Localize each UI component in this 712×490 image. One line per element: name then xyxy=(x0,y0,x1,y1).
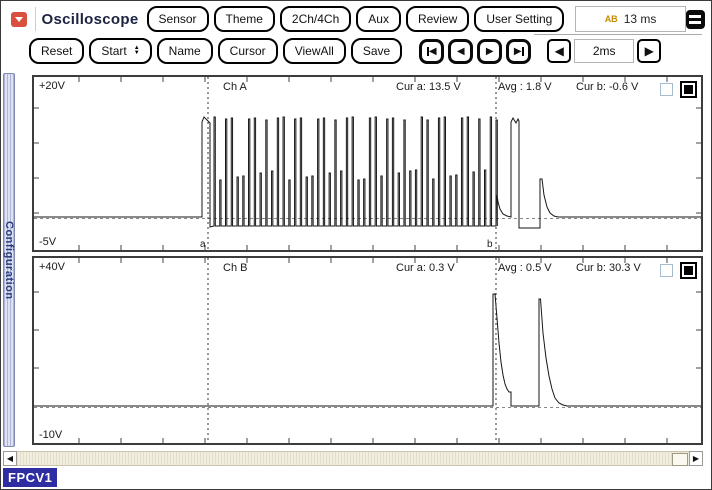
sensor-button[interactable]: Sensor xyxy=(147,6,209,32)
menu-icon[interactable] xyxy=(686,10,705,29)
save-button[interactable]: Save xyxy=(351,38,402,64)
divider xyxy=(35,7,36,31)
cursor-a-label: a xyxy=(200,239,206,250)
channel-b-avg-readout: Avg : 0.5 V xyxy=(498,262,552,274)
channel-a-color-button[interactable] xyxy=(680,81,697,98)
channel-b-color-button[interactable] xyxy=(680,262,697,279)
playback-group: ◀ ◀ ▶ ▶ xyxy=(419,39,531,64)
scroll-right-button[interactable]: ▶ xyxy=(689,451,703,466)
channel-a-avg-readout: Avg : 1.8 V xyxy=(498,81,552,93)
scrollbar-thumb[interactable] xyxy=(672,453,688,466)
channel-a-cursor-a-readout: Cur a: 13.5 V xyxy=(396,81,461,93)
start-spinner-icon[interactable]: ▲▼ xyxy=(134,46,140,56)
channel-a-name: Ch A xyxy=(223,81,247,93)
app-dropdown-icon[interactable] xyxy=(11,12,27,27)
channel-b-waveform xyxy=(34,258,701,443)
scrollbar-track[interactable] xyxy=(17,451,689,466)
step-forward-button[interactable]: ▶ xyxy=(477,39,502,64)
theme-button[interactable]: Theme xyxy=(214,6,275,32)
timebase-decrease-button[interactable]: ◀ xyxy=(547,39,571,63)
channel-a-plot[interactable]: +20V -5V Ch A Cur a: 13.5 V Avg : 1.8 V … xyxy=(32,75,703,252)
step-back-button[interactable]: ◀ xyxy=(448,39,473,64)
start-button[interactable]: Start ▲▼ xyxy=(89,38,151,64)
timebase-value[interactable]: 2ms xyxy=(574,39,634,63)
scroll-left-button[interactable]: ◀ xyxy=(3,451,17,466)
app-title: Oscilloscope xyxy=(42,11,139,28)
skip-start-button[interactable]: ◀ xyxy=(419,39,444,64)
channel-a-checkbox[interactable] xyxy=(660,83,673,96)
ab-delta-readout: AB 13 ms xyxy=(575,6,685,32)
dataset-name-tag[interactable]: FPCV1 xyxy=(3,468,57,487)
channel-a-vmin-label: -5V xyxy=(39,236,56,248)
review-button[interactable]: Review xyxy=(406,6,469,32)
channel-b-cursor-a-readout: Cur a: 0.3 V xyxy=(396,262,455,274)
header-divider xyxy=(534,34,702,35)
name-button[interactable]: Name xyxy=(157,38,213,64)
cursor-button[interactable]: Cursor xyxy=(218,38,278,64)
channel-b-checkbox[interactable] xyxy=(660,264,673,277)
timebase-increase-button[interactable]: ▶ xyxy=(637,39,661,63)
channel-a-vmax-label: +20V xyxy=(39,80,65,92)
channel-b-name: Ch B xyxy=(223,262,247,274)
horizontal-scrollbar: ◀ ▶ xyxy=(3,451,703,466)
configuration-tab-label: Configuration xyxy=(3,221,15,300)
aux-button[interactable]: Aux xyxy=(356,6,401,32)
channel-b-vmax-label: +40V xyxy=(39,261,65,273)
cursor-b-label: b xyxy=(487,239,493,250)
skip-end-button[interactable]: ▶ xyxy=(506,39,531,64)
reset-button[interactable]: Reset xyxy=(29,38,84,64)
ab-cursor-icon: AB xyxy=(605,15,618,23)
title-toolbar: Oscilloscope Sensor Theme 2Ch/4Ch Aux Re… xyxy=(11,5,705,33)
viewall-button[interactable]: ViewAll xyxy=(283,38,346,64)
channel-a-cursor-b-readout: Cur b: -0.6 V xyxy=(576,81,638,93)
ab-delta-value: 13 ms xyxy=(624,12,657,26)
configuration-tab[interactable]: Configuration xyxy=(3,73,15,447)
timebase-group: ◀ 2ms ▶ xyxy=(547,39,661,63)
user-setting-button[interactable]: User Setting xyxy=(474,6,564,32)
channel-mode-button[interactable]: 2Ch/4Ch xyxy=(280,6,351,32)
control-toolbar: Reset Start ▲▼ Name Cursor ViewAll Save … xyxy=(29,37,705,65)
channel-b-cursor-b-readout: Cur b: 30.3 V xyxy=(576,262,641,274)
oscilloscope-window: Oscilloscope Sensor Theme 2Ch/4Ch Aux Re… xyxy=(0,0,712,490)
channel-b-plot[interactable]: +40V -10V Ch B Cur a: 0.3 V Avg : 0.5 V … xyxy=(32,256,703,445)
channel-b-vmin-label: -10V xyxy=(39,429,62,441)
channel-a-waveform xyxy=(34,77,701,250)
